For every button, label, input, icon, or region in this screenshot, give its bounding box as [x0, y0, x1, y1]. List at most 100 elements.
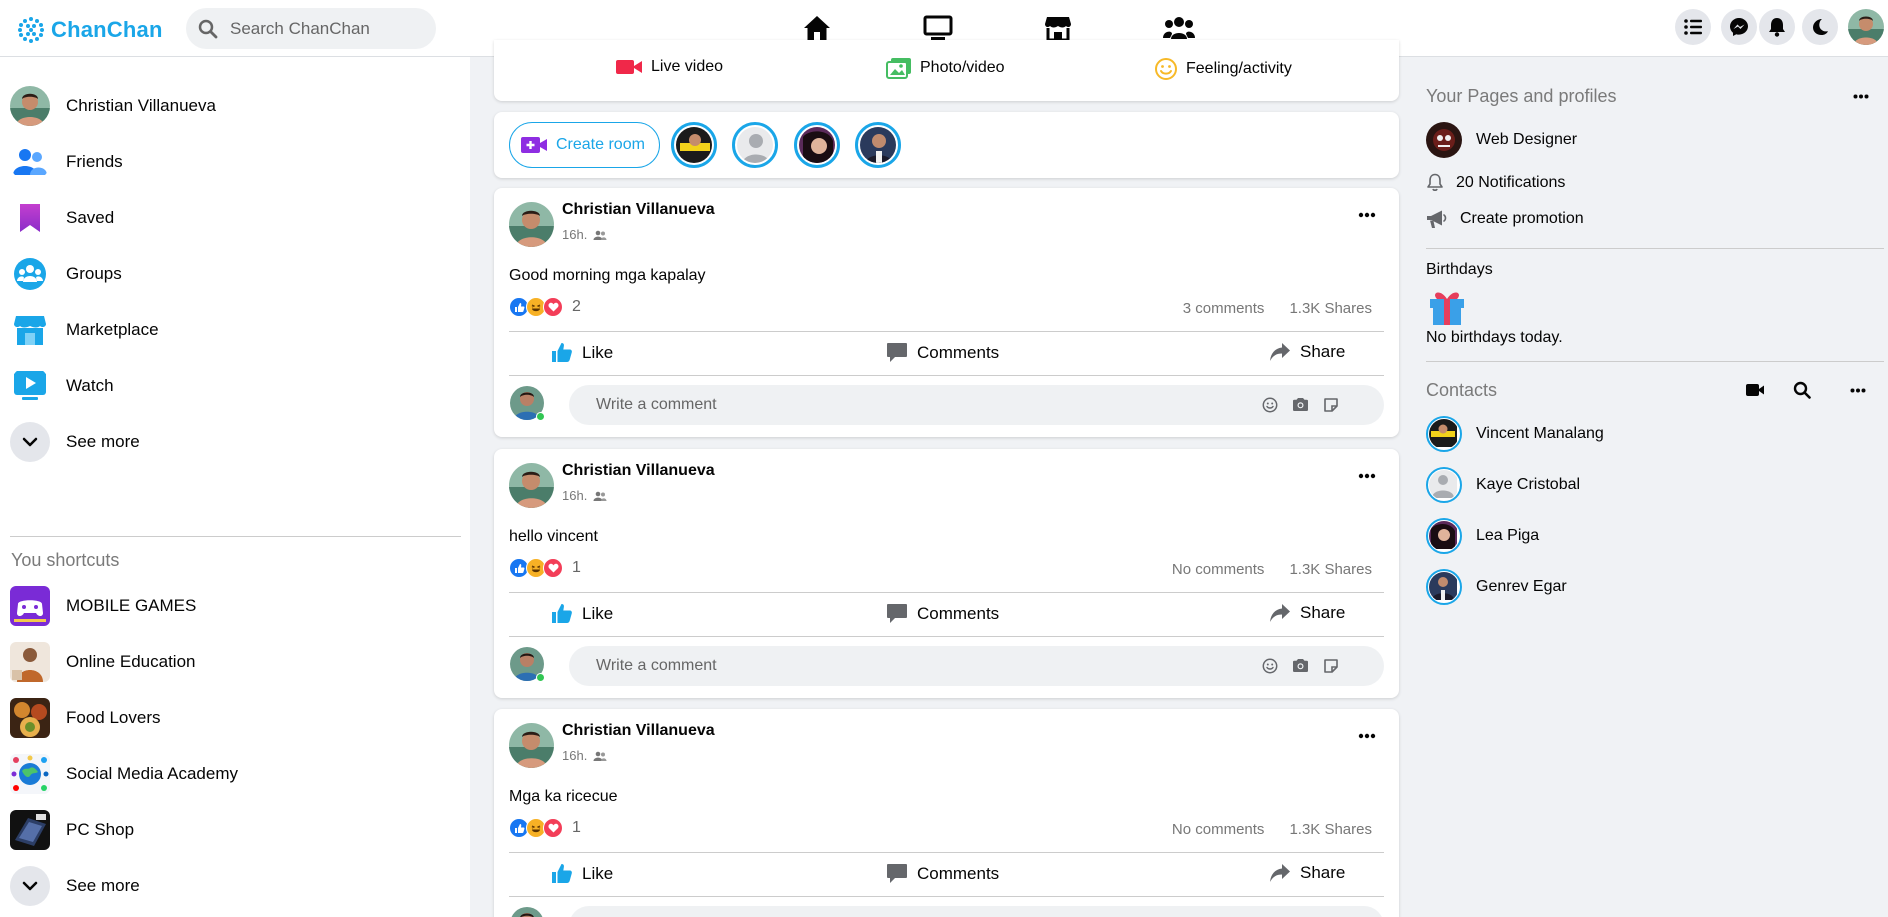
comment-box[interactable] [569, 385, 1384, 425]
like-button[interactable]: Like [551, 342, 613, 363]
search-icon [1793, 381, 1811, 399]
video-plus-icon [521, 137, 547, 153]
shortcut-item-food-lovers[interactable]: Food Lovers [10, 695, 450, 741]
comment-box[interactable] [569, 906, 1384, 917]
room-avatar[interactable] [671, 122, 717, 168]
share-button[interactable]: Share [1269, 342, 1345, 362]
contact-avatar [1426, 518, 1462, 554]
room-avatar[interactable] [732, 122, 778, 168]
mobile-games-thumbnail [10, 586, 50, 626]
contacts-options-button[interactable] [1850, 388, 1866, 393]
post-reactions[interactable]: 2 [509, 297, 581, 317]
live-video-button[interactable]: Live video [615, 57, 723, 77]
page-avatar [1426, 122, 1462, 158]
sidebar-item-watch[interactable]: Watch [10, 363, 450, 409]
share-button[interactable]: Share [1269, 603, 1345, 623]
camera-icon[interactable] [1292, 658, 1309, 673]
contact-item[interactable]: Kaye Cristobal [1426, 467, 1580, 503]
pc-shop-thumbnail [10, 810, 50, 850]
comment-input[interactable] [596, 396, 1216, 414]
photo-video-button[interactable]: Photo/video [886, 57, 1005, 79]
comments-label: Comments [917, 603, 1000, 623]
sidebar-item-label: See more [66, 432, 140, 451]
post-text: Mga ka ricecue [509, 788, 618, 805]
post-author-name[interactable]: Christian Villanueva [562, 201, 715, 219]
contact-item[interactable]: Lea Piga [1426, 518, 1539, 554]
comment-input[interactable] [596, 657, 1216, 675]
notifications-bell-icon [1769, 18, 1785, 37]
search-input[interactable] [230, 18, 420, 39]
contact-avatar [1426, 467, 1462, 503]
profile-avatar[interactable] [1848, 9, 1884, 45]
comment-count[interactable]: No comments [1172, 561, 1265, 578]
pages-profiles-title: Your Pages and profiles [1426, 86, 1617, 106]
room-avatar[interactable] [855, 122, 901, 168]
post-options-button[interactable] [1358, 733, 1376, 739]
brand-logo[interactable]: ChanChan [17, 16, 163, 44]
live-video-icon [616, 60, 642, 74]
emoji-icon[interactable] [1262, 397, 1278, 413]
share-button[interactable]: Share [1269, 863, 1345, 883]
messenger-button[interactable] [1721, 9, 1757, 45]
create-room-button[interactable]: Create room [509, 122, 660, 168]
sidebar-item-label: Groups [66, 264, 122, 283]
like-button[interactable]: Like [551, 863, 613, 884]
post-options-button[interactable] [1358, 473, 1376, 479]
contact-item[interactable]: Vincent Manalang [1426, 416, 1604, 452]
share-count[interactable]: 1.3K Shares [1289, 821, 1372, 838]
sticker-icon[interactable] [1323, 658, 1339, 674]
comments-button[interactable]: Comments [886, 342, 999, 363]
sidebar-item-groups[interactable]: Groups [10, 251, 450, 297]
comment-box[interactable] [569, 646, 1384, 686]
comments-button[interactable]: Comments [886, 863, 999, 884]
notifications-button[interactable] [1759, 9, 1795, 45]
reaction-count: 2 [572, 298, 581, 315]
shortcut-item-online-education[interactable]: Online Education [10, 639, 450, 685]
search-contacts-button[interactable] [1793, 381, 1811, 399]
post-author-name[interactable]: Christian Villanueva [562, 722, 715, 740]
post-reactions[interactable]: 1 [509, 818, 581, 838]
camera-icon[interactable] [1292, 397, 1309, 412]
sidebar-item-saved[interactable]: Saved [10, 195, 450, 241]
shortcut-item-mobile-games[interactable]: MOBILE GAMES [10, 583, 450, 629]
like-button[interactable]: Like [551, 603, 613, 624]
shortcuts-see-more-button[interactable]: See more [10, 863, 450, 909]
new-room-video-button[interactable] [1745, 383, 1765, 397]
sidebar-item-profile[interactable]: Christian Villanueva [10, 83, 450, 129]
post-options-button[interactable] [1358, 212, 1376, 218]
shortcut-item-pc-shop[interactable]: PC Shop [10, 807, 450, 853]
menu-button[interactable] [1675, 9, 1711, 45]
emoji-icon[interactable] [1262, 658, 1278, 674]
post-author-avatar[interactable] [509, 723, 554, 768]
create-promotion-link[interactable]: Create promotion [1426, 209, 1584, 229]
sidebar-divider [10, 536, 461, 537]
comment-count[interactable]: No comments [1172, 821, 1265, 838]
contact-name: Lea Piga [1476, 527, 1540, 544]
post-reactions[interactable]: 1 [509, 558, 581, 578]
dark-mode-button[interactable] [1802, 9, 1838, 45]
sidebar-item-marketplace[interactable]: Marketplace [10, 307, 450, 353]
sticker-icon[interactable] [1323, 397, 1339, 413]
pages-options-button[interactable] [1853, 94, 1869, 99]
live-video-label: Live video [651, 58, 724, 75]
page-item-web-designer[interactable]: Web Designer [1426, 122, 1577, 158]
sidebar-see-more-button[interactable]: See more [10, 419, 450, 465]
share-label: Share [1300, 342, 1346, 361]
post-author-name[interactable]: Christian Villanueva [562, 462, 715, 480]
shortcut-item-social-media-academy[interactable]: Social Media Academy [10, 751, 450, 797]
notifications-link[interactable]: 20 Notifications [1426, 173, 1565, 192]
feeling-activity-button[interactable]: Feeling/activity [1154, 57, 1292, 81]
search-bar[interactable] [186, 8, 436, 49]
contact-item[interactable]: Genrev Egar [1426, 569, 1567, 605]
sidebar-item-friends[interactable]: Friends [10, 139, 450, 185]
post-author-avatar[interactable] [509, 202, 554, 247]
share-count[interactable]: 1.3K Shares [1289, 561, 1372, 578]
comments-button[interactable]: Comments [886, 603, 999, 624]
post-timestamp: 16h. [562, 488, 607, 503]
comment-count[interactable]: 3 comments [1183, 300, 1265, 317]
room-avatar[interactable] [794, 122, 840, 168]
dark-mode-moon-icon [1813, 19, 1828, 35]
post-author-avatar[interactable] [509, 463, 554, 508]
share-count[interactable]: 1.3K Shares [1289, 300, 1372, 317]
photo-video-icon [886, 58, 911, 79]
